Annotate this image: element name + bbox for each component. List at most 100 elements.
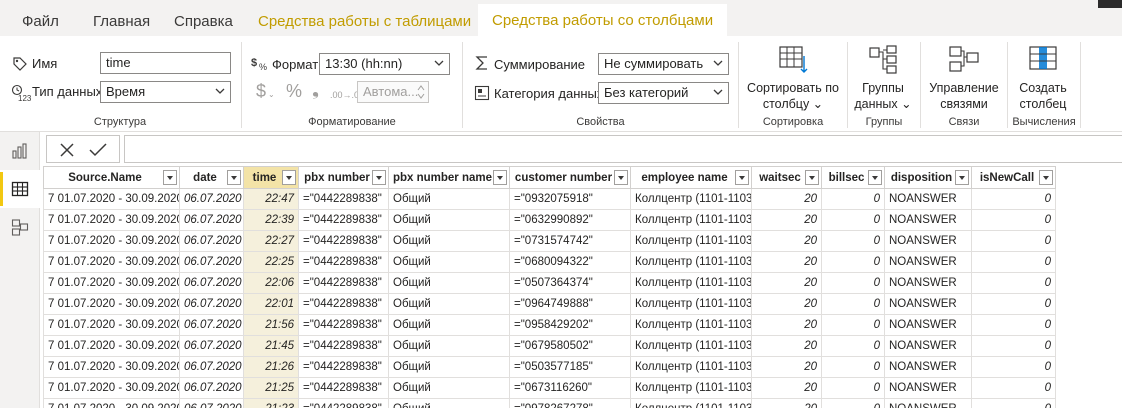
table-cell[interactable]: ="0442289838" bbox=[298, 272, 389, 294]
table-cell[interactable]: 0 bbox=[821, 293, 885, 315]
table-cell[interactable]: Общий bbox=[388, 398, 510, 408]
table-cell[interactable]: 20 bbox=[751, 356, 822, 378]
table-cell[interactable]: Общий bbox=[388, 230, 510, 252]
table-cell[interactable]: Общий bbox=[388, 272, 510, 294]
filter-dropdown-button[interactable] bbox=[805, 170, 819, 185]
table-cell[interactable]: Общий bbox=[388, 209, 510, 231]
table-cell[interactable]: 0 bbox=[821, 314, 885, 336]
table-cell[interactable]: 06.07.2020 bbox=[179, 356, 244, 378]
table-cell[interactable]: 20 bbox=[751, 314, 822, 336]
table-cell[interactable]: 20 bbox=[751, 209, 822, 231]
table-cell[interactable]: Коллцентр (1101-1103) bbox=[630, 335, 752, 357]
sort-by-column-button[interactable]: Сортировать по столбцу ⌄ bbox=[744, 44, 842, 112]
table-cell[interactable]: 06.07.2020 bbox=[179, 314, 244, 336]
table-cell[interactable]: 22:47 bbox=[243, 188, 299, 210]
filter-dropdown-button[interactable] bbox=[372, 170, 386, 185]
table-row[interactable]: 7 01.07.2020 - 30.09.2020 06.07.2020 22:27… bbox=[43, 230, 1056, 252]
filter-dropdown-button[interactable] bbox=[1039, 170, 1053, 185]
table-cell[interactable]: ="0442289838" bbox=[298, 314, 389, 336]
decimal-places-input[interactable]: Автома... bbox=[357, 81, 429, 103]
column-header[interactable]: pbx number name bbox=[388, 166, 510, 189]
table-cell[interactable]: 0 bbox=[971, 335, 1056, 357]
table-cell[interactable]: 22:01 bbox=[243, 293, 299, 315]
table-cell[interactable]: ="0679580502" bbox=[509, 335, 631, 357]
table-cell[interactable]: ="0978267278" bbox=[509, 398, 631, 408]
table-cell[interactable]: Коллцентр (1101-1103) bbox=[630, 314, 752, 336]
table-cell[interactable]: 7 01.07.2020 - 30.09.2020 bbox=[43, 314, 180, 336]
table-cell[interactable]: ="0442289838" bbox=[298, 377, 389, 399]
table-cell[interactable]: 06.07.2020 bbox=[179, 230, 244, 252]
table-cell[interactable]: ="0442289838" bbox=[298, 356, 389, 378]
tab-home[interactable]: Главная bbox=[93, 10, 150, 34]
filter-dropdown-button[interactable] bbox=[955, 170, 969, 185]
table-cell[interactable]: 21:26 bbox=[243, 356, 299, 378]
table-cell[interactable]: ="0442289838" bbox=[298, 293, 389, 315]
table-cell[interactable]: 06.07.2020 bbox=[179, 377, 244, 399]
table-cell[interactable]: ="0673116260" bbox=[509, 377, 631, 399]
table-cell[interactable]: 0 bbox=[971, 272, 1056, 294]
table-cell[interactable]: 0 bbox=[971, 293, 1056, 315]
table-cell[interactable]: Общий bbox=[388, 293, 510, 315]
table-cell[interactable]: NOANSWER bbox=[884, 251, 972, 273]
table-cell[interactable]: Коллцентр (1101-1103) bbox=[630, 230, 752, 252]
column-header[interactable]: billsec bbox=[821, 166, 885, 189]
table-cell[interactable]: 7 01.07.2020 - 30.09.2020 bbox=[43, 230, 180, 252]
table-cell[interactable]: Общий bbox=[388, 356, 510, 378]
table-cell[interactable]: ="0958429202" bbox=[509, 314, 631, 336]
table-cell[interactable]: ="0932075918" bbox=[509, 188, 631, 210]
table-cell[interactable]: 7 01.07.2020 - 30.09.2020 bbox=[43, 335, 180, 357]
table-cell[interactable]: 20 bbox=[751, 335, 822, 357]
table-cell[interactable]: 0 bbox=[821, 356, 885, 378]
table-cell[interactable]: NOANSWER bbox=[884, 230, 972, 252]
table-cell[interactable]: Общий bbox=[388, 335, 510, 357]
table-cell[interactable]: ="0503577185" bbox=[509, 356, 631, 378]
column-header[interactable]: isNewCall bbox=[971, 166, 1056, 189]
table-cell[interactable]: NOANSWER bbox=[884, 398, 972, 408]
table-cell[interactable]: 0 bbox=[971, 209, 1056, 231]
table-cell[interactable]: 22:06 bbox=[243, 272, 299, 294]
table-cell[interactable]: Коллцентр (1101-1103) bbox=[630, 209, 752, 231]
tab-table-tools[interactable]: Средства работы с таблицами bbox=[258, 10, 471, 34]
table-row[interactable]: 7 01.07.2020 - 30.09.202006.07.202021:23… bbox=[43, 398, 1056, 408]
table-cell[interactable]: Общий bbox=[388, 188, 510, 210]
currency-button[interactable]: $ bbox=[256, 82, 266, 100]
column-header[interactable]: pbx number bbox=[298, 166, 389, 189]
table-cell[interactable]: ="0731574742" bbox=[509, 230, 631, 252]
table-cell[interactable]: NOANSWER bbox=[884, 188, 972, 210]
table-cell[interactable]: 0 bbox=[821, 398, 885, 408]
table-cell[interactable]: 0 bbox=[971, 356, 1056, 378]
table-cell[interactable]: 20 bbox=[751, 251, 822, 273]
filter-dropdown-button[interactable] bbox=[163, 170, 177, 185]
table-cell[interactable]: 21:56 bbox=[243, 314, 299, 336]
column-header[interactable]: disposition bbox=[884, 166, 972, 189]
table-cell[interactable]: 06.07.2020 bbox=[179, 272, 244, 294]
table-cell[interactable]: ="0442289838" bbox=[298, 188, 389, 210]
filter-dropdown-button[interactable] bbox=[282, 170, 296, 185]
table-row[interactable]: 7 01.07.2020 - 30.09.2020 06.07.2020 21:56… bbox=[43, 314, 1056, 336]
summarize-select[interactable]: Не суммировать bbox=[598, 53, 729, 75]
table-row[interactable]: 7 01.07.2020 - 30.09.2020 06.07.2020 21:25… bbox=[43, 377, 1056, 399]
table-cell[interactable]: 7 01.07.2020 - 30.09.2020 bbox=[43, 188, 180, 210]
table-cell[interactable]: 0 bbox=[971, 398, 1056, 408]
data-type-select[interactable]: Время bbox=[100, 81, 231, 103]
table-cell[interactable]: 0 bbox=[971, 188, 1056, 210]
table-cell[interactable]: 22:25 bbox=[243, 251, 299, 273]
percent-button[interactable]: % bbox=[286, 82, 302, 100]
table-cell[interactable]: Общий bbox=[388, 377, 510, 399]
table-cell[interactable]: ="0964749888" bbox=[509, 293, 631, 315]
table-cell[interactable]: ="0442289838" bbox=[298, 209, 389, 231]
table-cell[interactable]: 0 bbox=[971, 314, 1056, 336]
table-cell[interactable]: ="0442289838" bbox=[298, 251, 389, 273]
table-cell[interactable]: Коллцентр (1101-1103) bbox=[630, 251, 752, 273]
table-cell[interactable]: 0 bbox=[971, 251, 1056, 273]
table-cell[interactable]: 0 bbox=[971, 230, 1056, 252]
table-cell[interactable]: NOANSWER bbox=[884, 377, 972, 399]
column-name-input[interactable]: time bbox=[100, 52, 231, 74]
table-cell[interactable]: ="0442289838" bbox=[298, 335, 389, 357]
table-cell[interactable]: 21:45 bbox=[243, 335, 299, 357]
manage-relationships-button[interactable]: Управление связями bbox=[922, 44, 1006, 112]
column-header[interactable]: employee name bbox=[630, 166, 752, 189]
column-header[interactable]: customer number bbox=[509, 166, 631, 189]
table-cell[interactable]: 7 01.07.2020 - 30.09.2020 bbox=[43, 377, 180, 399]
table-cell[interactable]: NOANSWER bbox=[884, 209, 972, 231]
